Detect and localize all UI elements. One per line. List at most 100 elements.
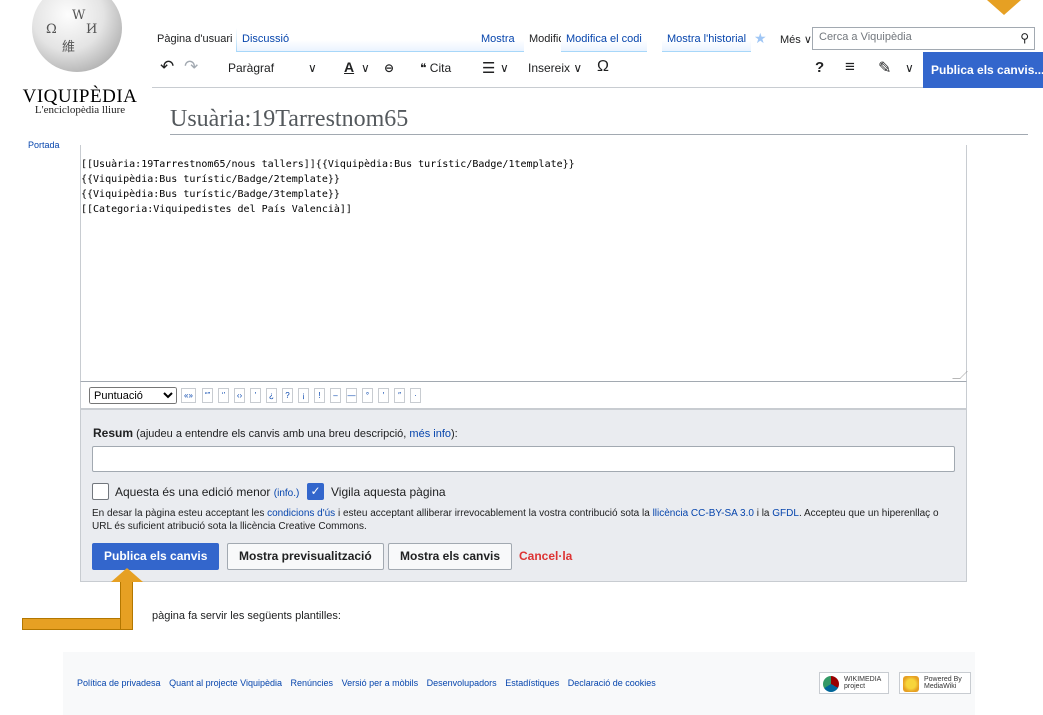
insert-dropdown[interactable]: Insereix ∨ xyxy=(528,61,582,75)
chevron-down-icon[interactable]: ∨ xyxy=(500,61,509,75)
wikitext-content[interactable]: [[Usuària:19Tarrestnom65/nous tallers]]{… xyxy=(81,157,575,217)
annotation-arrow-icon xyxy=(111,568,143,582)
undo-icon[interactable]: ↶ xyxy=(160,57,174,77)
cite-button[interactable]: ❝ Cita xyxy=(420,61,451,75)
legal-notice: En desar la pàgina esteu acceptant les c… xyxy=(92,507,952,533)
watch-page-checkbox[interactable]: ✓ xyxy=(307,483,324,500)
mediawiki-logo-icon xyxy=(903,676,919,692)
footer-link[interactable]: Declaració de cookies xyxy=(568,678,656,688)
annotation-arrow-shaft xyxy=(120,581,133,630)
redo-icon[interactable]: ↷ xyxy=(184,57,198,77)
page-title: Usuària:19Tarrestnom65 xyxy=(170,106,409,132)
chevron-down-icon[interactable]: ∨ xyxy=(361,61,370,75)
special-character-icon[interactable]: Ω xyxy=(597,58,609,76)
watch-page-label: Vigila aquesta pàgina xyxy=(331,485,446,499)
legal-text: i esteu acceptant alliberar irrevocablem… xyxy=(337,508,650,519)
chevron-down-icon[interactable]: ∨ xyxy=(905,61,914,75)
page-root: Ω W И 維 VIQUIPÈDIA L'enciclopèdia lliure… xyxy=(0,0,1043,715)
tab-discussion-label: Discussió xyxy=(242,33,290,45)
char-button[interactable]: ″ xyxy=(394,388,405,403)
char-button[interactable]: ¡ xyxy=(298,388,309,403)
save-panel: Resum (ajudeu a entendre els canvis amb … xyxy=(80,409,967,582)
char-button[interactable]: ′ xyxy=(378,388,389,403)
footer-link[interactable]: Política de privadesa xyxy=(77,678,161,688)
annotation-arrow-icon xyxy=(987,0,1021,15)
minor-edit-checkbox[interactable] xyxy=(92,483,109,500)
summary-help: (ajudeu a entendre els canvis amb una br… xyxy=(136,428,407,440)
publish-changes-button[interactable]: Publica els canvis xyxy=(92,543,220,570)
puzzle-globe-icon: Ω W И 維 xyxy=(32,0,122,72)
char-button[interactable]: — xyxy=(346,388,357,403)
summary-label: Resum (ajudeu a entendre els canvis amb … xyxy=(93,426,458,440)
legal-text: En desar la pàgina esteu acceptant les xyxy=(92,508,265,519)
site-logo[interactable]: Ω W И 維 VIQUIPÈDIA L'enciclopèdia lliure… xyxy=(0,0,152,150)
wikimedia-badge-text: WIKIMEDIA project xyxy=(844,676,881,690)
tab-show[interactable]: Mostra xyxy=(476,24,520,52)
mediawiki-badge-text: Powered By MediaWiki xyxy=(924,676,962,690)
minor-edit-label: Aquesta és una edició menor (info.) xyxy=(115,485,299,499)
resize-handle-icon[interactable] xyxy=(952,371,968,379)
tab-history[interactable]: Mostra l'historial xyxy=(662,24,752,52)
cancel-button[interactable]: Cancel·la xyxy=(518,543,573,570)
paragraph-label: Paràgraf xyxy=(228,61,275,75)
character-set-select[interactable]: Puntuació xyxy=(89,387,177,404)
nav-portada-link[interactable]: Portada xyxy=(28,140,60,150)
summary-help-end: ): xyxy=(451,428,458,440)
more-info-link[interactable]: més info xyxy=(409,428,451,440)
char-button[interactable]: «» xyxy=(181,388,196,403)
footer-link[interactable]: Quant al projecte Viquipèdia xyxy=(169,678,282,688)
mediawiki-badge[interactable]: Powered By MediaWiki xyxy=(899,672,971,694)
editor-toolbar: ↶ ↷ Paràgraf ∨ A ∨ ⊖ ❝ Cita ☰ ∨ Insereix … xyxy=(152,52,1043,88)
char-button[interactable]: ? xyxy=(282,388,293,403)
char-button[interactable]: ‘’ xyxy=(218,388,229,403)
footer: Política de privadesa Quant al projecte … xyxy=(63,652,975,715)
minor-edit-info-link[interactable]: (info.) xyxy=(274,488,300,499)
summary-input[interactable] xyxy=(92,446,955,472)
paragraph-dropdown[interactable]: Paràgraf ∨ xyxy=(228,61,317,75)
templates-note: pàgina fa servir les següents plantilles… xyxy=(152,610,341,622)
wikimedia-badge[interactable]: WIKIMEDIA project xyxy=(819,672,889,694)
char-button[interactable]: ° xyxy=(362,388,373,403)
tab-user-page[interactable]: Pàgina d'usuari xyxy=(152,24,238,52)
footer-link[interactable]: Versió per a mòbils xyxy=(342,678,419,688)
footer-link[interactable]: Renúncies xyxy=(291,678,334,688)
link-icon[interactable]: ⊖ xyxy=(384,61,394,75)
show-preview-button[interactable]: Mostra previsualització xyxy=(227,543,384,570)
char-button[interactable]: – xyxy=(330,388,341,403)
search-icon[interactable]: ⚲ xyxy=(1020,31,1029,45)
chevron-down-icon: ∨ xyxy=(308,61,317,75)
license-link[interactable]: llicència CC-BY-SA 3.0 xyxy=(653,508,754,519)
more-menu[interactable]: Més ∨ xyxy=(780,33,812,46)
wikitext-editor[interactable]: [[Usuària:19Tarrestnom65/nous tallers]]{… xyxy=(80,145,968,381)
char-button[interactable]: ‹› xyxy=(234,388,245,403)
footer-link[interactable]: Desenvolupadors xyxy=(427,678,497,688)
edit-mode-icon[interactable]: ✎ xyxy=(878,58,891,78)
publish-changes-top-button[interactable]: Publica els canvis... xyxy=(923,52,1043,88)
char-button[interactable]: ¿ xyxy=(266,388,277,403)
page-options-menu-icon[interactable]: ≡ xyxy=(845,57,855,77)
char-button[interactable]: “” xyxy=(202,388,213,403)
char-button[interactable]: · xyxy=(410,388,421,403)
char-button[interactable]: ! xyxy=(314,388,325,403)
help-icon[interactable]: ? xyxy=(815,59,824,76)
watch-star-icon[interactable]: ★ xyxy=(754,30,767,47)
minor-edit-text: Aquesta és una edició menor xyxy=(115,485,271,499)
text-style-icon[interactable]: A xyxy=(344,59,354,75)
annotation-arrow-shaft xyxy=(22,618,133,630)
search-placeholder: Cerca a Viquipèdia xyxy=(819,31,912,43)
footer-link[interactable]: Estadístiques xyxy=(505,678,559,688)
search-input[interactable]: Cerca a Viquipèdia ⚲ xyxy=(812,27,1035,50)
char-button[interactable]: ' xyxy=(250,388,261,403)
special-characters-bar: Puntuació «» “” ‘’ ‹› ' ¿ ? ¡ ! – — ° ′ … xyxy=(80,381,967,409)
show-changes-button[interactable]: Mostra els canvis xyxy=(388,543,513,570)
legal-text: i la xyxy=(756,508,770,519)
tagline: L'enciclopèdia lliure xyxy=(34,104,126,116)
list-icon[interactable]: ☰ xyxy=(482,59,495,77)
summary-title: Resum xyxy=(93,426,134,440)
terms-of-use-link[interactable]: condicions d'ús xyxy=(267,508,335,519)
wikimedia-logo-icon xyxy=(823,676,839,692)
title-divider xyxy=(170,134,1028,135)
footer-links: Política de privadesa Quant al projecte … xyxy=(77,678,662,688)
tab-edit-code[interactable]: Modifica el codi xyxy=(561,24,647,52)
gfdl-link[interactable]: GFDL xyxy=(772,508,799,519)
